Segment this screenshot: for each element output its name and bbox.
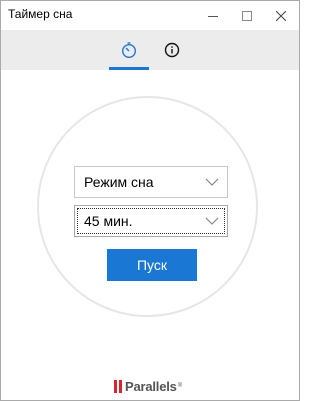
logo-text: Parallels	[125, 378, 177, 394]
parallels-logo-icon	[114, 379, 122, 393]
mode-select[interactable]: Режим сна	[74, 166, 228, 198]
window-title: Таймер сна	[8, 7, 73, 21]
info-icon	[164, 42, 180, 58]
active-tab-indicator	[109, 67, 149, 70]
time-select[interactable]: 45 мин.	[74, 205, 228, 237]
sleep-timer-window: Таймер сна Режим сна 45 мин. Пуск Parall…	[0, 0, 300, 401]
chevron-down-icon	[197, 166, 227, 198]
minimize-button[interactable]	[196, 1, 230, 30]
title-bar[interactable]: Таймер сна	[1, 1, 299, 30]
minimize-icon	[208, 15, 218, 17]
start-button[interactable]: Пуск	[107, 249, 197, 281]
tab-info[interactable]	[152, 30, 192, 70]
mode-select-value: Режим сна	[84, 174, 154, 190]
time-select-value: 45 мин.	[84, 213, 133, 229]
tab-timer[interactable]	[109, 30, 149, 70]
tab-bar	[1, 30, 299, 70]
parallels-logo: Parallels ®	[114, 376, 182, 396]
maximize-icon	[242, 10, 252, 21]
logo-registered-mark: ®	[177, 383, 183, 389]
close-button[interactable]	[264, 1, 298, 30]
timer-icon	[121, 42, 137, 59]
chevron-down-icon	[197, 205, 227, 237]
maximize-button[interactable]	[230, 1, 264, 30]
close-icon	[276, 10, 286, 21]
